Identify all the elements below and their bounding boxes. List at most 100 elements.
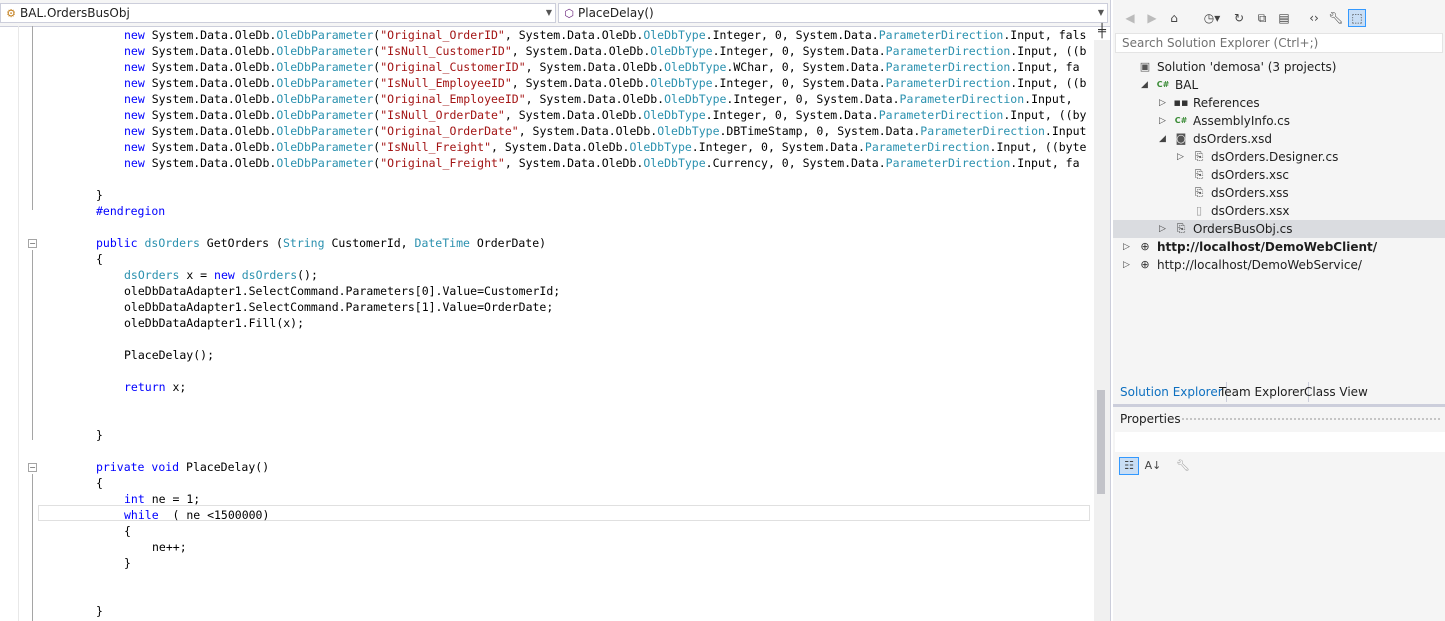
tree-item[interactable]: ▯ dsOrders.xsx [1113, 202, 1445, 220]
class-dropdown[interactable]: ⚙ BAL.OrdersBusObj ▼ [0, 3, 556, 23]
code-line: #endregion [96, 203, 165, 219]
code-line: ne++; [152, 539, 187, 555]
code-token: int [124, 492, 145, 506]
code-token: new [124, 28, 145, 42]
refresh-icon[interactable]: ↻ [1230, 9, 1248, 27]
tab-team-explorer[interactable]: Team Explorer [1216, 382, 1309, 402]
code-token: new [124, 108, 145, 122]
code-token: OleDbType [629, 140, 692, 154]
method-icon: ⬡ [564, 7, 574, 20]
tree-item-label: AssemblyInfo.cs [1193, 114, 1291, 128]
alphabetical-icon[interactable]: A↓ [1143, 457, 1163, 475]
view-code-icon[interactable]: ‹› [1305, 9, 1323, 27]
tree-item[interactable]: ▷ ⊕ http://localhost/DemoWebClient/ [1113, 238, 1445, 256]
collapsed-arrow-icon[interactable]: ▷ [1123, 238, 1130, 256]
expanded-arrow-icon[interactable]: ◢ [1141, 76, 1148, 94]
code-line: oleDbDataAdapter1.Fill(x); [124, 315, 304, 331]
code-token: .Input [1044, 124, 1087, 138]
code-token: ParameterDirection [920, 124, 1045, 138]
collapsed-arrow-icon[interactable]: ▷ [1123, 256, 1130, 274]
code-token: x; [165, 380, 187, 394]
categorized-icon[interactable]: ☷ [1119, 457, 1139, 475]
code-area[interactable]: new System.Data.OleDb.OleDbParameter("Or… [0, 26, 1094, 621]
properties-icon[interactable]: 🔧︎ [1327, 9, 1345, 27]
code-token: void [151, 460, 180, 474]
collapsed-arrow-icon[interactable]: ▷ [1159, 112, 1166, 130]
code-editor[interactable]: ⚙ BAL.OrdersBusObj ▼ ⬡ PlaceDelay() ▼ ╪ ne… [0, 0, 1111, 621]
tree-item[interactable]: ◢ C# BAL [1113, 76, 1445, 94]
tree-item[interactable]: ⎘ dsOrders.xsc [1113, 166, 1445, 184]
outline-guide [32, 474, 33, 621]
code-token: .Integer, 0, System.Data. [726, 92, 900, 106]
code-token: System.Data.OleDb. [144, 124, 277, 138]
home-icon[interactable]: ⌂ [1165, 9, 1183, 27]
class-dropdown-label: BAL.OrdersBusObj [20, 6, 130, 20]
show-all-files-icon[interactable]: ▤ [1275, 9, 1293, 27]
drag-grip[interactable] [1181, 417, 1441, 421]
code-token: System.Data.OleDb. [144, 140, 277, 154]
code-token: OleDbType [650, 44, 713, 58]
history-icon[interactable]: ◷▾ [1199, 9, 1225, 27]
tab-class-view[interactable]: Class View [1301, 382, 1371, 402]
tree-item[interactable]: ▣ Solution 'demosa' (3 projects) [1113, 58, 1445, 76]
preview-icon[interactable]: ⬚ [1348, 9, 1366, 27]
tab-solution-explorer[interactable]: Solution Explorer [1117, 382, 1227, 402]
code-token: OleDbParameter [276, 108, 374, 122]
code-token: OleDbParameter [276, 124, 374, 138]
code-token: } [124, 556, 131, 570]
back-icon[interactable]: ◀ [1121, 9, 1139, 27]
code-token: dsOrders [144, 236, 200, 250]
collapse-all-icon[interactable]: ⧉ [1253, 9, 1271, 27]
collapse-region-icon[interactable]: − [28, 239, 37, 248]
code-token: new [124, 44, 145, 58]
code-token: (); [297, 268, 318, 282]
collapsed-arrow-icon[interactable]: ▷ [1177, 148, 1184, 166]
code-token: new [124, 156, 145, 170]
tree-item[interactable]: ▷ ⊕ http://localhost/DemoWebService/ [1113, 256, 1445, 274]
object-selector[interactable] [1115, 432, 1445, 452]
code-token: DateTime [414, 236, 470, 250]
code-line: new System.Data.OleDb.OleDbParameter("Or… [124, 27, 1086, 43]
tree-item-label: dsOrders.xsd [1193, 132, 1273, 146]
file-icon: ▯ [1195, 204, 1203, 217]
search-input[interactable]: Search Solution Explorer (Ctrl+;) [1115, 33, 1443, 53]
collapsed-arrow-icon[interactable]: ▷ [1159, 94, 1166, 112]
code-token: .Integer, 0, System.Data. [705, 108, 879, 122]
tree-item[interactable]: ▷ ▪▪ References [1113, 94, 1445, 112]
code-token: .Input, fa [1010, 60, 1080, 74]
code-line: } [96, 603, 103, 619]
code-line: { [124, 523, 131, 539]
code-token: , System.Data.OleDb. [491, 140, 630, 154]
code-token: System.Data.OleDb. [144, 60, 277, 74]
code-line: int ne = 1; [124, 491, 200, 507]
tree-item-label: http://localhost/DemoWebService/ [1157, 258, 1362, 272]
collapsed-arrow-icon[interactable]: ▷ [1159, 220, 1166, 238]
code-token: { [96, 476, 103, 490]
tree-item[interactable]: ◢ ◙ dsOrders.xsd [1113, 130, 1445, 148]
collapse-region-icon[interactable]: − [28, 463, 37, 472]
panel-tabs: Solution Explorer Team Explorer Class Vi… [1113, 382, 1445, 407]
tree-item[interactable]: ▷ C# AssemblyInfo.cs [1113, 112, 1445, 130]
split-window-icon[interactable]: ╪ [1094, 25, 1110, 39]
code-token: dsOrders [241, 268, 298, 282]
member-dropdown-label: PlaceDelay() [578, 6, 654, 20]
code-line: new System.Data.OleDb.OleDbParameter("Is… [124, 43, 1086, 59]
vertical-scrollbar[interactable] [1094, 40, 1110, 621]
component-file-icon: ⎘ [1176, 222, 1186, 235]
tree-item[interactable]: ⎘ dsOrders.xss [1113, 184, 1445, 202]
tree-item[interactable]: ▷ ⎘ OrdersBusObj.cs [1113, 220, 1445, 238]
member-dropdown[interactable]: ⬡ PlaceDelay() ▼ [558, 3, 1108, 23]
code-token: .Input, ((b [1010, 76, 1087, 90]
code-token: OleDbType [643, 108, 706, 122]
code-token: ParameterDirection [864, 140, 990, 154]
scrollbar-thumb[interactable] [1097, 390, 1105, 494]
code-token: OleDbParameter [276, 92, 374, 106]
code-token: GetOrders ( [199, 236, 283, 250]
tree-item[interactable]: ▷ ⎘ dsOrders.Designer.cs [1113, 148, 1445, 166]
code-token: OleDbParameter [276, 140, 374, 154]
code-token: OleDbParameter [276, 156, 374, 170]
property-pages-icon[interactable]: 🔧︎ [1173, 457, 1193, 475]
expanded-arrow-icon[interactable]: ◢ [1159, 130, 1166, 148]
forward-icon[interactable]: ▶ [1143, 9, 1161, 27]
code-token: { [96, 252, 103, 266]
